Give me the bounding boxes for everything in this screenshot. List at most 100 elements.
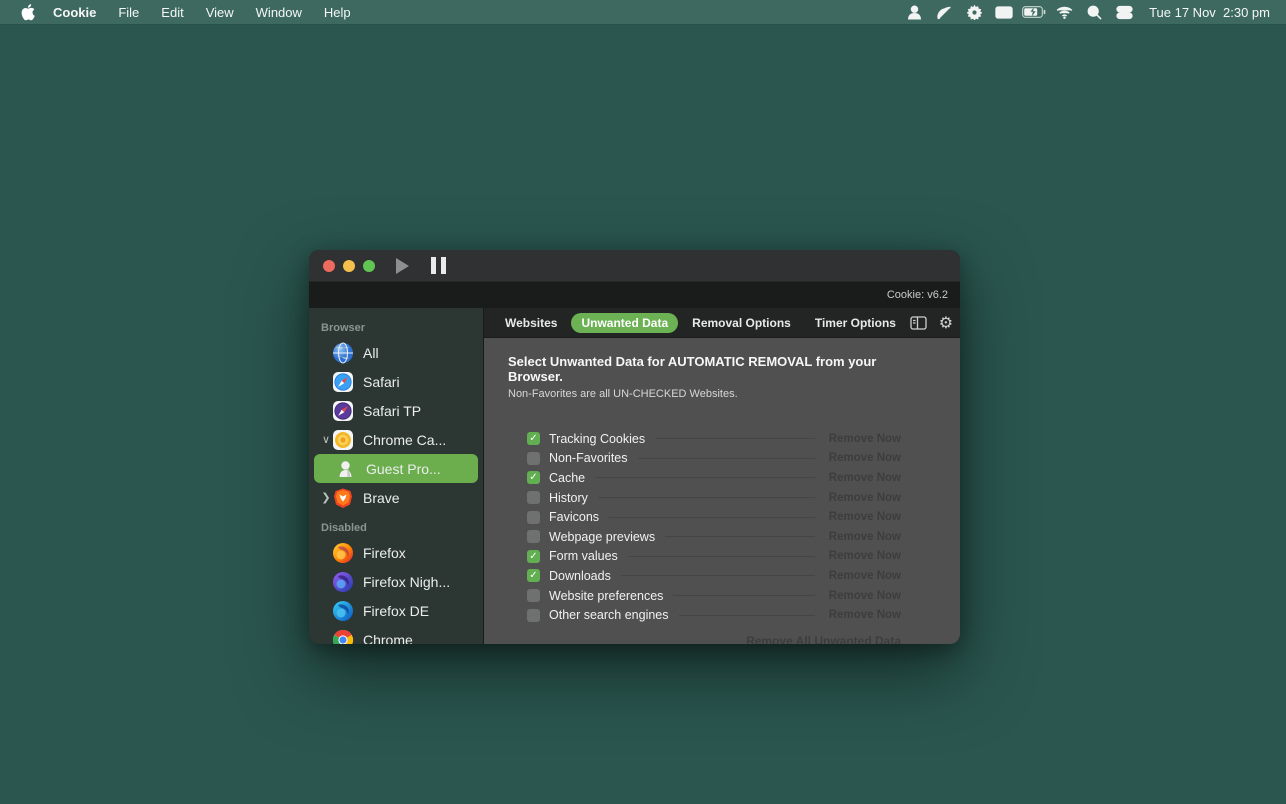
wifi-icon[interactable] [1049,0,1079,24]
sidebar-item-chrome-ca[interactable]: ∨ Chrome Ca... [314,425,478,454]
play-button[interactable] [396,258,409,274]
leader-line [628,556,815,557]
menu-item-edit[interactable]: Edit [150,5,194,20]
keyboard-viewer-icon[interactable] [989,0,1019,24]
menu-app-name[interactable]: Cookie [42,5,107,20]
row-label: Webpage previews [549,530,655,544]
gear-icon[interactable]: ⚙ [937,314,955,332]
browser-sidebar: Browser All Safari Safari TP ∨ Chrome Ca... Gu… [309,308,484,644]
close-button[interactable] [323,260,335,272]
data-row: ✓ Downloads Remove Now [527,566,901,586]
tab-unwanted-data[interactable]: Unwanted Data [571,313,678,333]
chevron-down-icon[interactable]: ∨ [320,433,332,446]
sidebar-item-label: Chrome Ca... [363,432,446,448]
sidebar-item-firefox-nigh[interactable]: Firefox Nigh... [314,567,478,596]
checkmark-icon: ✓ [529,569,537,582]
checkbox-webpage-previews[interactable] [527,530,540,543]
remove-now-button[interactable]: Remove Now [829,452,901,464]
menu-item-window[interactable]: Window [245,5,313,20]
spotlight-search-icon[interactable] [1079,0,1109,24]
tab-removal-options[interactable]: Removal Options [682,313,801,333]
remove-now-button[interactable]: Remove Now [829,433,901,445]
data-row: ✓Tracking CookiesRemove Now [527,429,901,449]
menu-item-view[interactable]: View [195,5,245,20]
sidebar-item-label: Firefox DE [363,603,429,619]
sidebar-item-safari-tp[interactable]: Safari TP [314,396,478,425]
sidebar-item-safari[interactable]: Safari [314,367,478,396]
row-label: Cache [549,471,585,485]
wireless-signal-icon[interactable] [929,0,959,24]
checkbox-history[interactable] [527,491,540,504]
sidebar-item-label: Brave [363,490,400,506]
checkbox-cache[interactable]: ✓ [527,471,540,484]
row-label: Website preferences [549,589,663,603]
sidebar-item-all[interactable]: All [314,338,478,367]
apple-menu-icon[interactable] [12,4,42,21]
tab-timer-options[interactable]: Timer Options [805,313,906,333]
checkbox-downloads[interactable]: ✓ [527,569,540,582]
control-center-icon[interactable] [1109,0,1139,24]
sidebar-section-disabled: Disabled [309,520,483,538]
zoom-button[interactable] [363,260,375,272]
sidebar-section-browser: Browser [309,320,483,338]
sidebar-item-chrome[interactable]: Chrome [314,625,478,644]
window-header-strip: Cookie: v6.2 [309,282,960,308]
checkbox-form-values[interactable]: ✓ [527,550,540,563]
menu-item-file[interactable]: File [107,5,150,20]
unwanted-data-panel: Select Unwanted Data for AUTOMATIC REMOV… [484,338,960,644]
sidebar-item-label: Safari [363,374,400,390]
checkmark-icon: ✓ [529,550,537,563]
sidebar-item-label: Guest Pro... [366,461,441,477]
leader-line [655,438,815,439]
data-row: ✓ Cache Remove Now [527,468,901,488]
remove-now-button[interactable]: Remove Now [829,531,901,543]
sidebar-item-label: Firefox Nigh... [363,574,450,590]
checkmark-icon: ✓ [529,471,537,484]
sidebar-item-firefox[interactable]: Firefox [314,538,478,567]
sidebar-item-label: Chrome [363,632,413,645]
menu-clock[interactable]: Tue 17 Nov 2:30 pm [1139,5,1274,20]
checkbox-non-favorites[interactable] [527,452,540,465]
remove-now-button[interactable]: Remove Now [829,570,901,582]
remove-now-button[interactable]: Remove Now [829,590,901,602]
window-titlebar[interactable] [309,250,960,282]
checkbox-favicons[interactable] [527,511,540,524]
remove-all-button[interactable]: Remove All Unwanted Data [508,634,901,644]
checkbox-tracking-cookies[interactable]: ✓ [527,432,540,445]
leader-line [609,517,815,518]
battery-charging-icon[interactable] [1019,0,1049,24]
sidebar-item-guest-pro[interactable]: Guest Pro... [314,454,478,483]
row-label: Form values [549,549,618,563]
remove-now-button[interactable]: Remove Now [829,511,901,523]
data-row: Favicons Remove Now [527,507,901,527]
remove-now-button[interactable]: Remove Now [829,550,901,562]
list-view-icon[interactable] [910,314,928,332]
row-label: Downloads [549,569,611,583]
tab-websites[interactable]: Websites [495,313,567,333]
sidebar-item-brave[interactable]: ❯ Brave [314,483,478,512]
pause-button[interactable] [431,257,446,274]
checkbox-website-preferences[interactable] [527,589,540,602]
remove-now-button[interactable]: Remove Now [829,472,901,484]
chrome-icon [332,629,354,645]
sidebar-item-label: All [363,345,379,361]
data-row: ✓ Form values Remove Now [527,547,901,567]
user-switch-icon[interactable] [899,0,929,24]
remove-now-button[interactable]: Remove Now [829,609,901,621]
firefox-de-icon [332,600,354,622]
chevron-right-icon[interactable]: ❯ [320,491,332,504]
row-label: Favicons [549,510,599,524]
checkbox-other-search-engines[interactable] [527,609,540,622]
settings-gear-icon[interactable] [959,0,989,24]
remove-now-button[interactable]: Remove Now [829,492,901,504]
menu-bar: Cookie FileEditViewWindowHelp Tue 17 Nov… [0,0,1286,24]
row-label: Other search engines [549,608,669,622]
sidebar-item-label: Safari TP [363,403,421,419]
leader-line [598,497,815,498]
sidebar-item-firefox-de[interactable]: Firefox DE [314,596,478,625]
menu-item-help[interactable]: Help [313,5,362,20]
leader-line [673,595,814,596]
data-row: Other search engines Remove Now [527,605,901,625]
minimize-button[interactable] [343,260,355,272]
leader-line [679,615,815,616]
